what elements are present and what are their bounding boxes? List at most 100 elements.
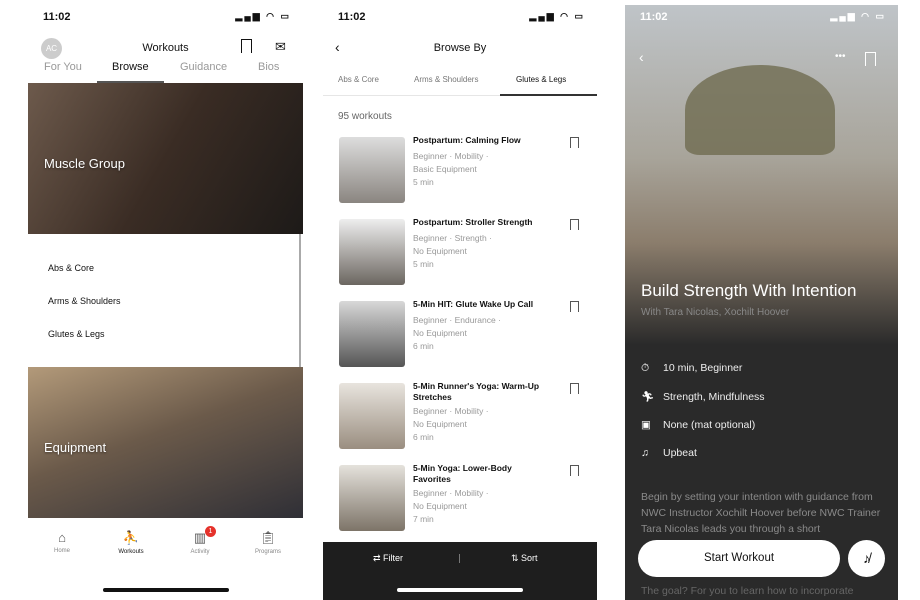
info-text: 10 min, Beginner — [663, 362, 743, 374]
tab-abs-core[interactable]: Abs & Core — [338, 75, 379, 84]
bookmark-icon[interactable] — [570, 137, 579, 148]
filter-icon: ⇄ — [373, 553, 384, 563]
status-time: 11:02 — [640, 11, 668, 23]
sort-icon: ⇅ — [511, 553, 522, 563]
music-off-icon: ♪̸ — [863, 550, 870, 566]
workout-equipment: Basic Equipment — [413, 164, 477, 174]
tabbar-activity[interactable]: ▥ Activity 1 — [170, 526, 230, 555]
stopwatch-icon: ⏱ — [641, 362, 650, 374]
info-focus: 🏃︎ Strength, Mindfulness — [641, 390, 765, 403]
home-indicator — [102, 588, 229, 592]
bookmark-icon[interactable] — [241, 39, 252, 53]
tab-arms-shoulders[interactable]: Arms & Shoulders — [414, 75, 478, 84]
workout-title: Build Strength With Intention — [641, 281, 857, 300]
tab-guidance[interactable]: Guidance — [180, 61, 227, 73]
status-bar: 11:02 ▂▄▆ ◠ ▭ — [28, 11, 303, 27]
workout-thumbnail — [339, 383, 405, 449]
workout-meta: Beginner · Mobility · No Equipment 7 min — [413, 487, 489, 526]
workout-duration: 7 min — [413, 514, 434, 524]
workout-equipment: No Equipment — [413, 419, 467, 429]
workout-level-type: Beginner · Mobility · — [413, 488, 489, 498]
kettlebell-icon: ▣ — [641, 419, 651, 431]
workout-title: Postpartum: Calming Flow — [413, 135, 521, 145]
muscle-item-glutes-legs[interactable]: Glutes & Legs — [48, 329, 105, 339]
active-tab-indicator — [500, 94, 597, 96]
tabbar-home[interactable]: ⌂ Home — [32, 530, 92, 554]
tabbar-label: Home — [53, 548, 70, 554]
workout-duration: 5 min — [413, 177, 434, 187]
workout-meta: Beginner · Endurance · No Equipment 6 min — [413, 314, 501, 353]
page-title: Workouts — [142, 42, 189, 54]
info-text: Strength, Mindfulness — [663, 391, 765, 403]
workout-meta: Beginner · Mobility · No Equipment 6 min — [413, 405, 489, 444]
hero-figure — [685, 65, 835, 155]
workout-title: Postpartum: Stroller Strength — [413, 217, 533, 227]
workout-thumbnail — [339, 301, 405, 367]
notification-badge: 1 — [205, 526, 216, 537]
workout-instructors: With Tara Nicolas, Xochilt Hoover — [641, 307, 790, 318]
status-time: 11:02 — [43, 11, 71, 23]
tabbar-label: Programs — [254, 549, 281, 555]
equipment-card[interactable]: Equipment — [28, 367, 303, 518]
status-bar: 11:02 ▂▄▆ ◠ ▭ — [323, 11, 597, 27]
workout-list-item[interactable]: Postpartum: Stroller Strength Beginner ·… — [339, 217, 589, 289]
inbox-icon[interactable]: ✉ — [275, 39, 286, 55]
workout-duration: 6 min — [413, 341, 434, 351]
muscle-item-arms-shoulders[interactable]: Arms & Shoulders — [48, 296, 121, 306]
workout-meta: Beginner · Mobility · Basic Equipment 5 mi… — [413, 150, 489, 189]
info-duration-level: ⏱ 10 min, Beginner — [641, 362, 742, 375]
info-equipment: ▣ None (mat optional) — [641, 419, 755, 431]
back-button[interactable]: ‹ — [639, 49, 644, 65]
tab-glutes-legs[interactable]: Glutes & Legs — [516, 75, 566, 84]
browse-by-screen: 11:02 ▂▄▆ ◠ ▭ ‹ Browse By Abs & Core Arm… — [323, 5, 597, 600]
workout-list-item[interactable]: 5-Min HIT: Glute Wake Up Call Beginner ·… — [339, 299, 589, 371]
workout-level-type: Beginner · Mobility · — [413, 406, 489, 416]
tabbar-label: Workouts — [118, 549, 144, 555]
info-music: ♫ Upbeat — [641, 447, 697, 459]
workout-title: 5-Min HIT: Glute Wake Up Call — [413, 299, 534, 309]
bookmark-icon[interactable] — [570, 301, 579, 312]
tabbar-workouts[interactable]: ⛹ Workouts — [101, 530, 161, 555]
bookmark-icon[interactable] — [570, 219, 579, 230]
workout-thumbnail — [339, 219, 405, 285]
workout-title: 5-Min Yoga: Lower-Body Favorites — [413, 463, 512, 484]
workout-level-type: Beginner · Strength · — [413, 233, 492, 243]
filter-button[interactable]: ⇄ Filter — [373, 553, 403, 564]
tab-for-you[interactable]: For You — [44, 61, 82, 73]
clipboard-icon: 📋︎ — [259, 530, 277, 545]
tab-bios[interactable]: Bios — [258, 61, 279, 73]
start-workout-button[interactable]: Start Workout — [638, 540, 840, 577]
workout-list-item[interactable]: 5-Min Yoga: Lower-Body Favorites Beginne… — [339, 463, 589, 535]
workout-thumbnail — [339, 137, 405, 203]
divider — [459, 554, 460, 563]
music-toggle-button[interactable]: ♪̸ — [848, 540, 885, 577]
workout-equipment: No Equipment — [413, 501, 467, 511]
status-bar: 11:02 ▂▄▆ ◠ ▭ — [625, 11, 898, 27]
bookmark-icon[interactable] — [865, 52, 876, 66]
filter-sort-bar: ⇄ Filter ⇅ Sort — [323, 542, 597, 600]
scrollbar[interactable] — [299, 234, 301, 367]
signal-wifi-battery-icon: ▂▄▆ ◠ ▭ — [529, 11, 585, 21]
muscle-group-card[interactable]: Muscle Group — [28, 83, 303, 234]
filter-label: Filter — [383, 553, 404, 563]
workout-equipment: No Equipment — [413, 246, 467, 256]
workout-description: Begin by setting your intention with gui… — [641, 491, 881, 535]
bookmark-icon[interactable] — [570, 465, 579, 476]
workout-list-item[interactable]: Postpartum: Calming Flow Beginner · Mobi… — [339, 135, 589, 207]
tabbar-programs[interactable]: 📋︎ Programs — [238, 530, 298, 555]
workout-level-type: Beginner · Mobility · — [413, 151, 489, 161]
muscle-item-abs-core[interactable]: Abs & Core — [48, 263, 94, 273]
bookmark-icon[interactable] — [570, 383, 579, 394]
sort-button[interactable]: ⇅ Sort — [511, 553, 538, 564]
music-icon: ♫ — [641, 447, 649, 459]
equipment-label: Equipment — [44, 440, 107, 455]
tab-browse[interactable]: Browse — [112, 61, 149, 73]
more-icon[interactable]: ••• — [835, 51, 846, 62]
workouts-browse-screen: 11:02 ▂▄▆ ◠ ▭ AC Workouts ✉ For You Brow… — [28, 5, 303, 600]
workout-list-item[interactable]: 5-Min Runner's Yoga: Warm-Up Stretches B… — [339, 381, 589, 453]
info-text: None (mat optional) — [663, 419, 756, 431]
signal-wifi-battery-icon: ▂▄▆ ◠ ▭ — [235, 11, 291, 21]
signal-wifi-battery-icon: ▂▄▆ ◠ ▭ — [830, 11, 886, 21]
workout-meta: Beginner · Strength · No Equipment 5 min — [413, 232, 492, 271]
workout-description-continued: The goal? For you to learn how to incorp… — [641, 585, 854, 597]
